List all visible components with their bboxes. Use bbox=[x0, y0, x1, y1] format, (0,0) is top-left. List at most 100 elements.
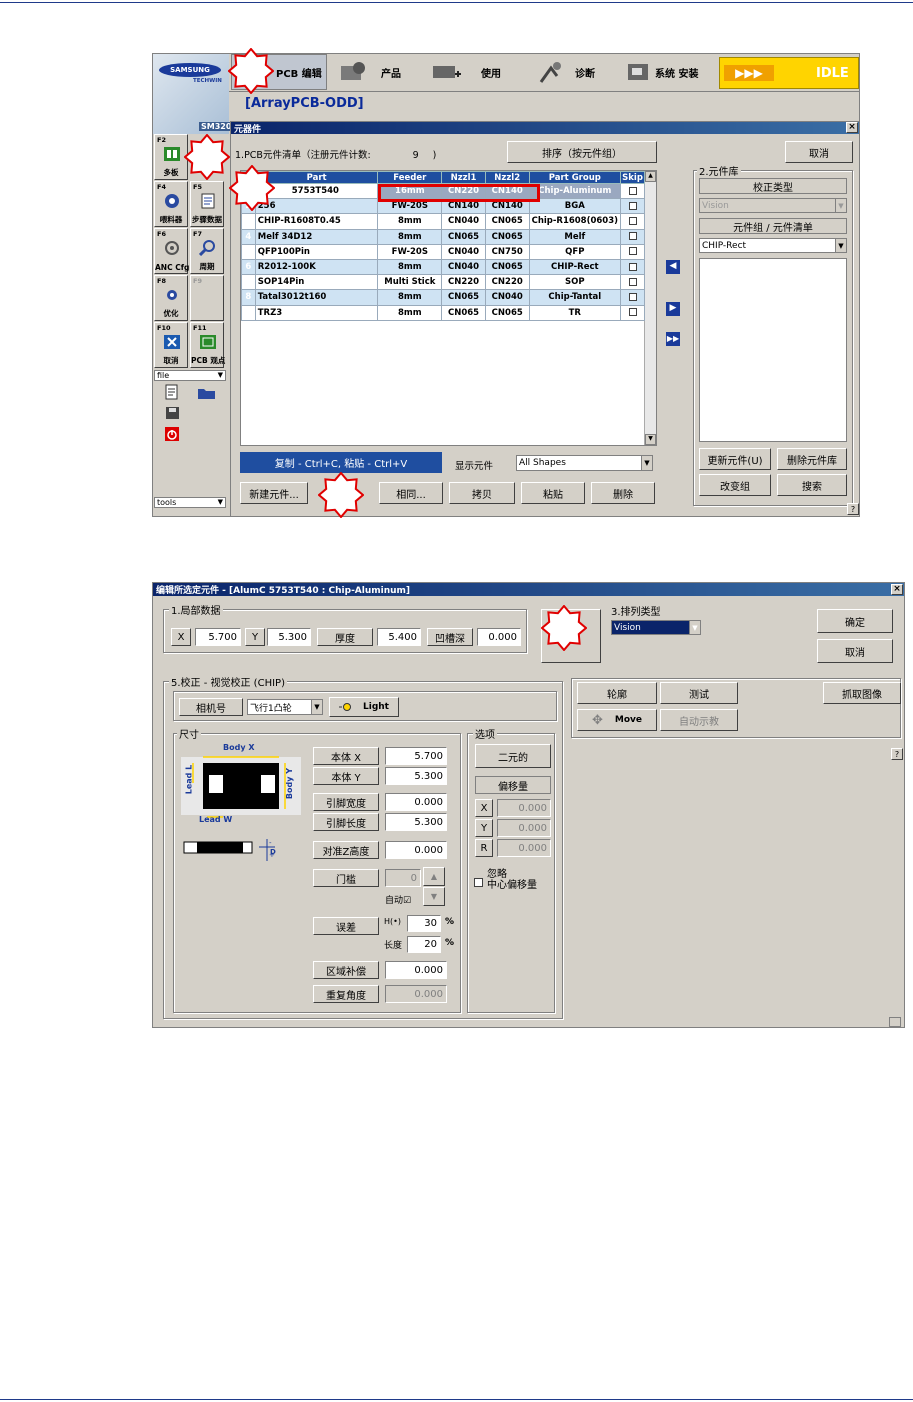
threshold-input[interactable]: 0 bbox=[385, 869, 421, 887]
skip-checkbox[interactable] bbox=[628, 262, 637, 271]
move-button[interactable]: ✥ Move bbox=[577, 709, 657, 731]
size-field-input[interactable]: 5.700 bbox=[385, 747, 447, 765]
scroll-up-icon[interactable]: ▲ bbox=[645, 171, 656, 182]
copy-button[interactable]: 拷贝 bbox=[449, 482, 515, 504]
h-error-input[interactable]: 30 bbox=[407, 915, 441, 932]
f4-feeder-button[interactable]: F4 喂料器 bbox=[154, 181, 188, 227]
col-part-group[interactable]: Part Group bbox=[528, 171, 622, 184]
f8-optimize-button[interactable]: F8 优化 bbox=[154, 275, 188, 321]
calib-type-select[interactable]: Vision ▼ bbox=[699, 198, 847, 213]
show-shapes-select[interactable]: All Shapes ▼ bbox=[516, 455, 653, 471]
binary-button[interactable]: 二元的 bbox=[475, 744, 551, 768]
paste-button[interactable]: 粘贴 bbox=[521, 482, 585, 504]
file-panel-header[interactable]: file ▼ bbox=[154, 370, 226, 381]
arrow-right-icon[interactable]: ▶ bbox=[666, 302, 680, 316]
offset-x-input[interactable]: 0.000 bbox=[497, 799, 551, 817]
skip-checkbox[interactable] bbox=[628, 186, 637, 195]
open-folder-icon[interactable] bbox=[197, 386, 217, 400]
col-nzzl2[interactable]: Nzzl2 bbox=[484, 171, 530, 184]
col-feeder[interactable]: Feeder bbox=[377, 171, 443, 184]
group-select[interactable]: CHIP-Rect ▼ bbox=[699, 238, 847, 253]
camera-select[interactable]: 飞行1凸轮 ▼ bbox=[247, 699, 323, 715]
skip-checkbox[interactable] bbox=[628, 292, 637, 301]
save-icon[interactable] bbox=[165, 406, 181, 420]
size-field-input[interactable]: 5.300 bbox=[385, 767, 447, 785]
size-field-input[interactable]: 0.000 bbox=[385, 793, 447, 811]
camera-label: 相机号 bbox=[179, 698, 243, 716]
size-field-input[interactable]: 5.300 bbox=[385, 813, 447, 831]
offset-y-input[interactable]: 0.000 bbox=[497, 819, 551, 837]
auto-checkbox[interactable]: 自动☑ bbox=[385, 893, 411, 906]
table-row[interactable]: 3 CHIP-R1608T0.45 8mm CN040 CN065 Chip-R1608(… bbox=[241, 213, 645, 230]
cancel-button[interactable]: 取消 bbox=[817, 639, 893, 663]
resize-grip-icon[interactable] bbox=[889, 1017, 901, 1027]
dialog-cancel-button[interactable]: 取消 bbox=[785, 141, 853, 163]
table-row[interactable]: 7 SOP14Pin Multi Stick CN220 CN220 SOP bbox=[241, 274, 645, 291]
ignore-offset-checkbox[interactable] bbox=[474, 878, 483, 887]
help-icon[interactable]: ? bbox=[891, 748, 903, 760]
size-field-input[interactable]: 0.000 bbox=[385, 841, 447, 859]
update-part-button[interactable]: 更新元件(U) bbox=[699, 448, 771, 470]
power-icon[interactable] bbox=[165, 427, 179, 441]
threshold-down-icon[interactable]: ▼ bbox=[423, 887, 445, 906]
f2-multi-board-button[interactable]: F2 多板 bbox=[154, 134, 188, 180]
menu-diagnose[interactable]: 诊断 bbox=[531, 54, 623, 90]
new-part-button[interactable]: 新建元件... bbox=[240, 482, 308, 504]
help-icon[interactable]: ? bbox=[847, 503, 859, 515]
menu-product[interactable]: 产品 bbox=[333, 54, 425, 90]
skip-checkbox[interactable] bbox=[628, 201, 637, 210]
arrow-left-icon[interactable]: ◀ bbox=[666, 260, 680, 274]
arrow-double-right-icon[interactable]: ▶▶ bbox=[666, 332, 680, 346]
change-group-button[interactable]: 改变组 bbox=[699, 474, 771, 496]
f10-cancel-button[interactable]: F10 取消 bbox=[154, 322, 188, 368]
search-button[interactable]: 搜索 bbox=[777, 474, 847, 496]
groove-input[interactable]: 0.000 bbox=[477, 628, 521, 646]
part-list-scrollbar[interactable]: ▲ ▼ bbox=[644, 171, 656, 445]
outline-button[interactable]: 轮廓 bbox=[577, 682, 657, 704]
menu-use[interactable]: 使用 bbox=[429, 54, 529, 90]
menu-system-install[interactable]: 系统 安装 bbox=[623, 54, 715, 90]
same-part-button[interactable]: 相同... bbox=[379, 482, 443, 504]
delete-library-button[interactable]: 删除元件库 bbox=[777, 448, 847, 470]
light-button[interactable]: Light bbox=[329, 697, 399, 717]
grab-image-button[interactable]: 抓取图像 bbox=[823, 682, 901, 704]
table-row[interactable]: 4 Melf 34D12 8mm CN065 CN065 Melf bbox=[241, 228, 645, 245]
f6-anc-cfg-button[interactable]: F6 ANC Cfg bbox=[154, 228, 189, 274]
test-button[interactable]: 测试 bbox=[660, 682, 738, 704]
table-row[interactable]: 5 QFP100Pin FW-20S CN040 CN750 QFP bbox=[241, 243, 645, 260]
skip-checkbox[interactable] bbox=[628, 277, 637, 286]
edit-close-button[interactable]: × bbox=[891, 584, 903, 595]
tools-panel-header[interactable]: tools ▼ bbox=[154, 497, 226, 508]
x-input[interactable]: 5.700 bbox=[195, 628, 241, 646]
sort-by-group-button[interactable]: 排序（按元件组） bbox=[507, 141, 657, 163]
skip-checkbox[interactable] bbox=[628, 308, 637, 317]
table-row[interactable]: 6 R2012-100K 8mm CN040 CN065 CHIP-Rect bbox=[241, 258, 645, 276]
zone-comp-input[interactable]: 0.000 bbox=[385, 961, 447, 979]
f7-cycle-button[interactable]: F7 周期 bbox=[190, 228, 224, 274]
auto-teach-button[interactable]: 自动示教 bbox=[660, 709, 738, 731]
skip-checkbox[interactable] bbox=[628, 216, 637, 225]
new-file-icon[interactable] bbox=[165, 384, 179, 400]
col-nzzl1[interactable]: Nzzl1 bbox=[441, 171, 486, 184]
col-skip[interactable]: Skip bbox=[620, 171, 645, 184]
thickness-input[interactable]: 5.400 bbox=[377, 628, 421, 646]
threshold-up-icon[interactable]: ▲ bbox=[423, 867, 445, 886]
arrange-type-select[interactable]: Vision ▼ bbox=[611, 620, 701, 635]
offset-r-input[interactable]: 0.000 bbox=[497, 839, 551, 857]
scroll-down-icon[interactable]: ▼ bbox=[645, 434, 656, 445]
table-row[interactable]: 8 Tatal3012t160 8mm CN065 CN040 Chip-Tantal bbox=[241, 289, 645, 306]
f5-step-data-button[interactable]: F5 步骤数据 bbox=[190, 181, 224, 227]
skip-checkbox[interactable] bbox=[628, 247, 637, 256]
library-part-list[interactable] bbox=[699, 258, 847, 442]
table-row[interactable]: 9 TRZ3 8mm CN065 CN065 TR bbox=[241, 304, 645, 321]
f9-empty-button[interactable]: F9 bbox=[190, 275, 224, 321]
dialog-close-button[interactable]: × bbox=[846, 122, 858, 133]
f11-pcb-view-button[interactable]: F11 PCB 观点 bbox=[190, 322, 225, 368]
delete-button[interactable]: 删除 bbox=[591, 482, 655, 504]
move-label: Move bbox=[614, 715, 643, 725]
y-input[interactable]: 5.300 bbox=[267, 628, 311, 646]
ok-button[interactable]: 确定 bbox=[817, 609, 893, 633]
l-error-input[interactable]: 20 bbox=[407, 936, 441, 953]
skip-checkbox[interactable] bbox=[628, 232, 637, 241]
repeat-angle-input[interactable]: 0.000 bbox=[385, 985, 447, 1003]
